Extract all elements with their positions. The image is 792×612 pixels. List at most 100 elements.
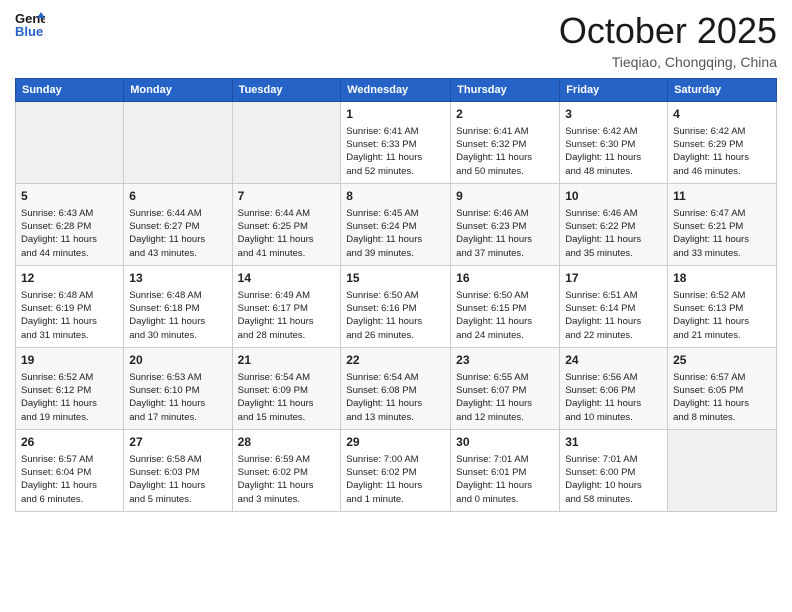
day-info: Sunrise: 6:48 AM — [129, 289, 226, 302]
day-number: 25 — [673, 352, 771, 369]
week-row-3: 12Sunrise: 6:48 AMSunset: 6:19 PMDayligh… — [16, 266, 777, 348]
day-info: Sunrise: 6:45 AM — [346, 207, 445, 220]
day-number: 30 — [456, 434, 554, 451]
day-number: 16 — [456, 270, 554, 287]
day-info: Sunset: 6:23 PM — [456, 220, 554, 233]
table-cell: 16Sunrise: 6:50 AMSunset: 6:15 PMDayligh… — [451, 266, 560, 348]
day-info: Sunset: 6:04 PM — [21, 466, 118, 479]
day-number: 5 — [21, 188, 118, 205]
table-cell — [668, 430, 777, 512]
day-info: Sunset: 6:05 PM — [673, 384, 771, 397]
day-info: Sunrise: 6:42 AM — [565, 125, 662, 138]
day-number: 14 — [238, 270, 336, 287]
day-number: 4 — [673, 106, 771, 123]
day-info: and 58 minutes. — [565, 493, 662, 506]
day-number: 10 — [565, 188, 662, 205]
day-info: and 37 minutes. — [456, 247, 554, 260]
week-row-2: 5 Sunrise: 6:43 AMSunset: 6:28 PM Daylight… — [16, 184, 777, 266]
day-info: and 5 minutes. — [129, 493, 226, 506]
day-info: Sunrise: 6:50 AM — [456, 289, 554, 302]
day-info: Daylight: 11 hours — [129, 315, 226, 328]
day-info: Daylight: 11 hours — [129, 233, 226, 246]
day-info: and 35 minutes. — [565, 247, 662, 260]
week-row-5: 26 Sunrise: 6:57 AMSunset: 6:04 PM Dayligh… — [16, 430, 777, 512]
day-info: Sunset: 6:27 PM — [129, 220, 226, 233]
table-cell — [232, 102, 341, 184]
day-info: Sunrise: 6:44 AM — [238, 207, 336, 220]
day-info: Daylight: 11 hours — [346, 233, 445, 246]
day-info: Sunset: 6:28 PM — [21, 220, 118, 233]
day-info: Sunset: 6:16 PM — [346, 302, 445, 315]
table-cell: 27Sunrise: 6:58 AMSunset: 6:03 PMDayligh… — [124, 430, 232, 512]
day-info: Sunrise: 6:57 AM — [673, 371, 771, 384]
day-info: Sunrise: 7:00 AM — [346, 453, 445, 466]
day-number: 24 — [565, 352, 662, 369]
col-wednesday: Wednesday — [341, 79, 451, 102]
header-row: Sunday Monday Tuesday Wednesday Thursday… — [16, 79, 777, 102]
day-number: 27 — [129, 434, 226, 451]
day-info: Daylight: 11 hours — [673, 233, 771, 246]
day-number: 21 — [238, 352, 336, 369]
day-info: Daylight: 11 hours — [456, 151, 554, 164]
day-info: Daylight: 11 hours — [565, 315, 662, 328]
logo: General Blue — [15, 10, 45, 38]
day-info: and 19 minutes. — [21, 411, 118, 424]
day-info: and 10 minutes. — [565, 411, 662, 424]
day-info: Sunrise: 6:51 AM — [565, 289, 662, 302]
day-info: Sunset: 6:02 PM — [238, 466, 336, 479]
day-info: Sunset: 6:00 PM — [565, 466, 662, 479]
day-info: Sunset: 6:18 PM — [129, 302, 226, 315]
day-info: and 6 minutes. — [21, 493, 118, 506]
day-info: Sunset: 6:32 PM — [456, 138, 554, 151]
table-cell: 7Sunrise: 6:44 AMSunset: 6:25 PMDaylight… — [232, 184, 341, 266]
day-info: Sunrise: 6:52 AM — [673, 289, 771, 302]
day-info: Sunrise: 6:42 AM — [673, 125, 771, 138]
day-info: Daylight: 11 hours — [673, 397, 771, 410]
table-cell: 23Sunrise: 6:55 AMSunset: 6:07 PMDayligh… — [451, 348, 560, 430]
day-info: and 0 minutes. — [456, 493, 554, 506]
day-info: Daylight: 11 hours — [456, 233, 554, 246]
day-info: Daylight: 10 hours — [565, 479, 662, 492]
day-info: Daylight: 11 hours — [21, 315, 118, 328]
day-info: Sunset: 6:29 PM — [673, 138, 771, 151]
day-number: 29 — [346, 434, 445, 451]
day-info: and 3 minutes. — [238, 493, 336, 506]
table-cell: 13Sunrise: 6:48 AMSunset: 6:18 PMDayligh… — [124, 266, 232, 348]
table-cell: 15Sunrise: 6:50 AMSunset: 6:16 PMDayligh… — [341, 266, 451, 348]
day-info: Sunrise: 6:48 AM — [21, 289, 118, 302]
day-info: Sunset: 6:09 PM — [238, 384, 336, 397]
day-info: Sunrise: 6:57 AM — [21, 453, 118, 466]
day-number: 3 — [565, 106, 662, 123]
day-info: and 24 minutes. — [456, 329, 554, 342]
day-number: 22 — [346, 352, 445, 369]
day-info: Sunset: 6:13 PM — [673, 302, 771, 315]
table-cell: 18Sunrise: 6:52 AMSunset: 6:13 PMDayligh… — [668, 266, 777, 348]
day-info: Sunrise: 6:53 AM — [129, 371, 226, 384]
table-cell: 10Sunrise: 6:46 AMSunset: 6:22 PMDayligh… — [560, 184, 668, 266]
table-cell: 30Sunrise: 7:01 AMSunset: 6:01 PMDayligh… — [451, 430, 560, 512]
day-info: Daylight: 11 hours — [238, 233, 336, 246]
day-info: and 44 minutes. — [21, 247, 118, 260]
day-info: Sunset: 6:14 PM — [565, 302, 662, 315]
day-number: 9 — [456, 188, 554, 205]
day-info: Sunrise: 6:46 AM — [565, 207, 662, 220]
day-info: and 26 minutes. — [346, 329, 445, 342]
day-number: 26 — [21, 434, 118, 451]
table-cell: 2Sunrise: 6:41 AMSunset: 6:32 PMDaylight… — [451, 102, 560, 184]
day-number: 7 — [238, 188, 336, 205]
table-cell: 28Sunrise: 6:59 AMSunset: 6:02 PMDayligh… — [232, 430, 341, 512]
day-info: Sunset: 6:22 PM — [565, 220, 662, 233]
title-block: October 2025 Tieqiao, Chongqing, China — [559, 10, 777, 70]
header: General Blue October 2025 Tieqiao, Chong… — [15, 10, 777, 70]
day-info: and 22 minutes. — [565, 329, 662, 342]
day-info: Daylight: 11 hours — [129, 479, 226, 492]
day-info: and 43 minutes. — [129, 247, 226, 260]
page: General Blue October 2025 Tieqiao, Chong… — [0, 0, 792, 612]
day-info: Sunrise: 6:54 AM — [238, 371, 336, 384]
table-cell: 8Sunrise: 6:45 AMSunset: 6:24 PMDaylight… — [341, 184, 451, 266]
day-number: 23 — [456, 352, 554, 369]
day-info: Sunrise: 6:54 AM — [346, 371, 445, 384]
day-info: Sunrise: 6:43 AM — [21, 207, 118, 220]
day-info: Sunset: 6:07 PM — [456, 384, 554, 397]
svg-text:Blue: Blue — [15, 24, 43, 38]
